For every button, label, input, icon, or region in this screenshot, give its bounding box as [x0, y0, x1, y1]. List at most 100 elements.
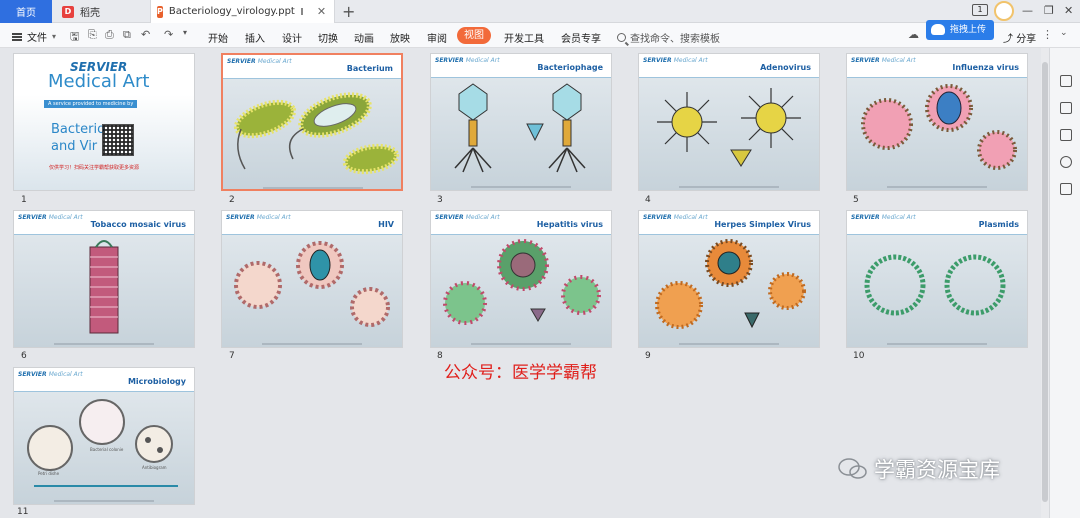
tab-docer-label: 稻壳 — [80, 8, 100, 19]
slide-footer — [262, 343, 362, 345]
redo-icon[interactable]: ↷ — [164, 28, 173, 41]
collapse-ribbon-icon[interactable]: ⌄ — [1060, 28, 1068, 38]
tab-animation[interactable]: 动画 — [354, 30, 374, 45]
slide-thumbnail-8[interactable]: SERVIER Medical Art Hepatitis virus — [430, 210, 612, 348]
close-tab-icon[interactable]: ✕ — [317, 5, 326, 18]
slide-body — [639, 235, 819, 347]
slide-thumbnail-1[interactable]: SERVIER Medical Art A service provided t… — [13, 53, 195, 191]
tab-transitions[interactable]: 切换 — [318, 30, 338, 45]
slide-thumbnail-9[interactable]: SERVIER Medical Art Herpes Simplex Virus — [638, 210, 820, 348]
slide-number-11: 11 — [17, 507, 29, 517]
slide-thumbnail-3[interactable]: SERVIER Medical Art Bacteriophage — [430, 53, 612, 191]
slide-thumbnail-2[interactable]: SERVIER Medical Art Bacterium — [221, 53, 403, 191]
servier-logo: SERVIER Medical Art — [851, 57, 916, 64]
bacterial-colony-label: Bacterial colonie — [90, 447, 124, 452]
tab-insert[interactable]: 插入 — [245, 30, 265, 45]
tobacco-mosaic-virus-illustration — [89, 240, 119, 334]
brand-name: SERVIER — [643, 57, 672, 64]
slide-number-1: 1 — [21, 195, 27, 205]
new-tab-icon[interactable]: + — [342, 2, 355, 21]
tab-document[interactable]: P Bacteriology_virology.ppt ✕ — [150, 0, 335, 23]
command-search-label: 查找命令、搜索模板 — [630, 34, 720, 45]
qr-code-image — [102, 124, 134, 156]
file-menu[interactable]: 文件 ▾ — [12, 29, 56, 44]
copy-icon[interactable] — [1060, 129, 1072, 141]
tab-design[interactable]: 设计 — [282, 30, 302, 45]
petri-dish-label: Petri dishe — [38, 471, 60, 476]
brand-sub: Medical Art — [257, 58, 292, 65]
more-icon[interactable]: ⋮ — [1042, 28, 1053, 41]
tab-home[interactable]: 首页 — [0, 0, 52, 23]
tab-home-ribbon[interactable]: 开始 — [208, 30, 228, 45]
drag-upload-button[interactable]: 拖拽上传 — [926, 20, 995, 40]
properties-icon[interactable] — [1060, 75, 1072, 87]
right-sidebar — [1049, 48, 1080, 518]
slide-number-8: 8 — [437, 351, 443, 361]
menu-icon — [12, 32, 22, 41]
slide-footer — [679, 186, 779, 188]
docer-icon: D — [62, 5, 74, 18]
tab-home-label: 首页 — [16, 8, 36, 19]
ribbon: 文件 ▾ 🖫 ⎘ ⎙ ⧉ ↶ ↷ ▾ 开始 插入 设计 切换 动画 放映 审阅 … — [0, 23, 1080, 48]
adenovirus-illustration — [657, 88, 801, 167]
tab-slideshow[interactable]: 放映 — [390, 30, 410, 45]
minimize-icon[interactable]: — — [1022, 4, 1033, 17]
scrollbar-thumb[interactable] — [1042, 62, 1048, 502]
servier-logo: SERVIER Medical Art — [435, 214, 500, 221]
restore-icon[interactable]: ❐ — [1044, 4, 1054, 17]
brand-sub: Medical Art — [465, 214, 500, 221]
slide-title: Adenovirus — [760, 63, 811, 72]
watermark-logo-text: 学霸资源宝库 — [874, 458, 1000, 482]
tab-member[interactable]: 会员专享 — [561, 30, 601, 45]
settings-icon[interactable] — [1060, 183, 1072, 195]
window-mode-icon[interactable] — [300, 8, 303, 15]
tab-developer[interactable]: 开发工具 — [504, 30, 544, 45]
chevron-down-icon[interactable]: ▾ — [183, 28, 187, 37]
slide-body — [222, 235, 402, 347]
cover-promo-text: 仅供学习！扫码关注学霸帮获取更多资源 — [49, 165, 140, 171]
bacterium-illustration — [233, 92, 400, 175]
avatar[interactable] — [994, 1, 1014, 21]
slide-footer — [263, 187, 363, 189]
slide-body — [639, 78, 819, 190]
slide-thumbnail-4[interactable]: SERVIER Medical Art Adenovirus — [638, 53, 820, 191]
cover-tagline: A service provided to medicine by — [44, 100, 138, 108]
command-search[interactable]: 查找命令、搜索模板 — [617, 30, 720, 45]
slide-thumbnail-10[interactable]: SERVIER Medical Art Plasmids — [846, 210, 1028, 348]
help-icon[interactable] — [1060, 156, 1072, 168]
tab-document-label: Bacteriology_virology.ppt — [168, 6, 295, 17]
cover-title-line1: Bacterio — [51, 122, 106, 137]
print-icon[interactable]: ⎙ — [105, 28, 114, 42]
close-window-icon[interactable]: ✕ — [1064, 4, 1073, 17]
slide-footer — [54, 343, 154, 345]
slide-title: Microbiology — [127, 377, 186, 386]
search-icon — [617, 33, 626, 42]
export-icon[interactable]: ⎘ — [88, 28, 97, 42]
slide-thumbnail-11[interactable]: SERVIER Medical Art Microbiology Petri d… — [13, 367, 195, 505]
tab-docer[interactable]: D 稻壳 — [52, 0, 148, 23]
window-counter[interactable]: 1 — [972, 4, 988, 16]
undo-icon[interactable]: ↶ — [141, 28, 150, 41]
red-watermark-text: 公众号：医学学霸帮 — [444, 363, 597, 383]
plasmids-illustration — [864, 254, 1006, 316]
preview-icon[interactable]: ⧉ — [123, 28, 131, 42]
upload-cloud-icon — [931, 24, 945, 35]
cloud-sync-icon[interactable]: ☁ — [908, 28, 919, 41]
layout-icon[interactable] — [1060, 102, 1072, 114]
slide-header: SERVIER Medical Art Adenovirus — [639, 54, 819, 78]
wechat-watermark: 学霸资源宝库 — [838, 454, 1000, 484]
hepatitis-illustration — [443, 239, 601, 325]
slide-thumbnail-7[interactable]: SERVIER Medical Art HIV — [221, 210, 403, 348]
servier-logo: SERVIER Medical Art — [851, 214, 916, 221]
slide-thumbnail-6[interactable]: SERVIER Medical Art Tobacco mosaic virus — [13, 210, 195, 348]
tab-review[interactable]: 审阅 — [427, 30, 447, 45]
tab-view[interactable]: 视图 — [457, 27, 491, 44]
brand-name: SERVIER — [18, 214, 47, 221]
hiv-illustration — [234, 241, 390, 327]
slide-thumbnail-5[interactable]: SERVIER Medical Art Influenza virus — [846, 53, 1028, 191]
share-button[interactable]: ⤴ 分享 — [1003, 30, 1036, 45]
brand-sub: Medical Art — [673, 57, 708, 64]
slide-header: SERVIER Medical Art Tobacco mosaic virus — [14, 211, 194, 235]
slide-body — [847, 78, 1027, 190]
save-icon[interactable]: 🖫 — [70, 28, 79, 47]
